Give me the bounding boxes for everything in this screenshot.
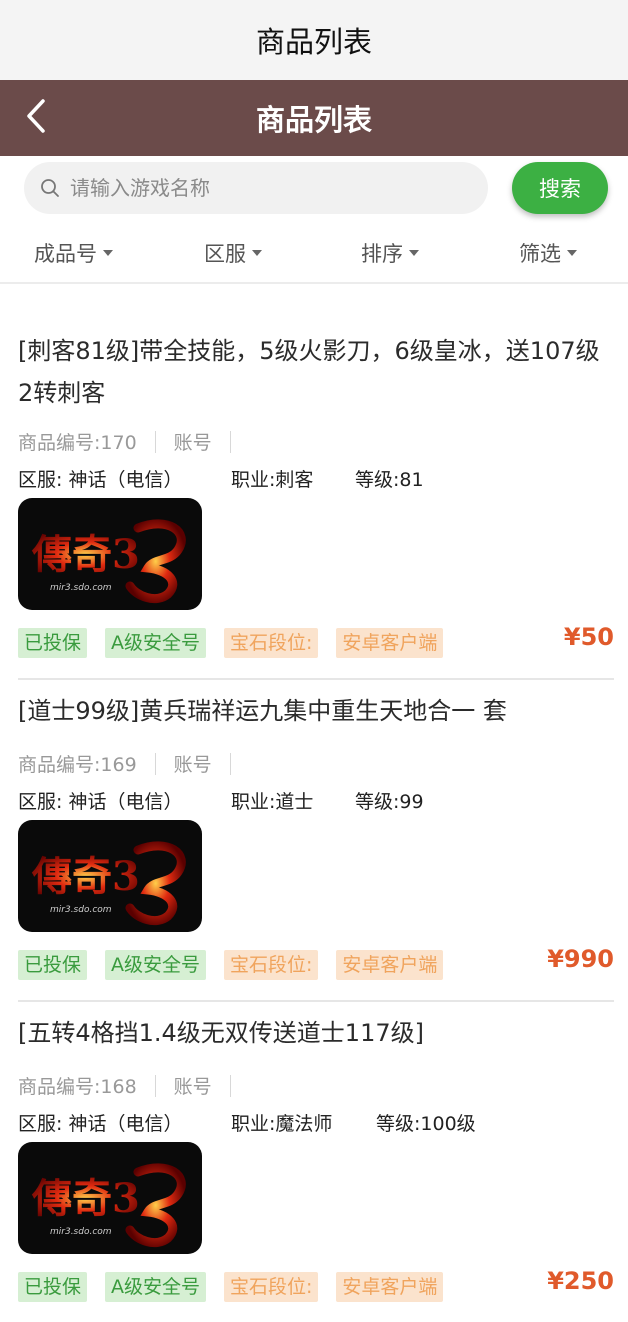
page-title: 商品列表	[255, 103, 372, 137]
product-info: 区服: 神话（电信） 职业:道士 等级:99	[18, 787, 424, 814]
search-row: 搜索	[0, 156, 628, 224]
caret-down-icon	[103, 250, 113, 256]
tag-gem-rank: 宝石段位:	[224, 950, 319, 980]
game-logo-image: 傳奇3 mir3.sdo.com	[18, 498, 202, 610]
product-tags: 已投保 A级安全号 宝石段位: 安卓客户端	[18, 628, 461, 658]
status-title: 商品列表	[0, 0, 628, 80]
filter-screen[interactable]: 筛选	[519, 238, 577, 268]
filter-server[interactable]: 区服	[204, 238, 262, 268]
product-meta: 商品编号:168 账号	[18, 1072, 249, 1099]
product-code: 商品编号:169	[18, 754, 137, 776]
product-price: ¥50	[563, 623, 614, 651]
tag-safe-account: A级安全号	[105, 1272, 207, 1302]
product-server: 区服: 神话（电信）	[18, 791, 183, 813]
product-meta: 商品编号:170 账号	[18, 428, 249, 455]
filter-sort[interactable]: 排序	[361, 238, 419, 268]
tag-safe-account: A级安全号	[105, 950, 207, 980]
product-account: 账号	[173, 1076, 212, 1098]
filter-product-number[interactable]: 成品号	[34, 238, 113, 268]
product-info: 区服: 神话（电信） 职业:刺客 等级:81	[18, 465, 424, 492]
product-server: 区服: 神话（电信）	[18, 469, 183, 491]
game-logo-image: 傳奇3 mir3.sdo.com	[18, 820, 202, 932]
filter-label: 排序	[361, 242, 403, 266]
product-title: [道士99级]黄兵瑞祥运九集中重生天地合一 套	[18, 697, 507, 725]
product-card[interactable]: [五转4格挡1.4级无双传送道士117级] 商品编号:168 账号 区服: 神话…	[18, 1002, 614, 1322]
product-profession: 职业:刺客	[231, 469, 314, 491]
logo-subtext: mir3.sdo.com	[50, 1227, 112, 1237]
caret-down-icon	[252, 250, 262, 256]
tag-insured: 已投保	[18, 628, 88, 658]
tag-gem-rank: 宝石段位:	[224, 1272, 319, 1302]
product-card[interactable]: [道士99级]黄兵瑞祥运九集中重生天地合一 套 商品编号:169 账号 区服: …	[18, 680, 614, 1002]
logo-subtext: mir3.sdo.com	[50, 583, 112, 593]
product-code: 商品编号:168	[18, 1076, 137, 1098]
filter-bar: 成品号 区服 排序 筛选	[0, 226, 628, 284]
product-level: 等级:100级	[376, 1113, 476, 1135]
search-button[interactable]: 搜索	[512, 162, 608, 214]
product-price: ¥990	[547, 945, 614, 973]
navbar: 商品列表	[0, 80, 628, 156]
filter-label: 成品号	[34, 242, 97, 266]
tag-android-client: 安卓客户端	[336, 1272, 444, 1302]
tag-android-client: 安卓客户端	[336, 628, 444, 658]
filter-label: 筛选	[519, 242, 561, 266]
caret-down-icon	[409, 250, 419, 256]
product-meta: 商品编号:169 账号	[18, 750, 249, 777]
product-price: ¥250	[547, 1267, 614, 1295]
product-card[interactable]: [刺客81级]带全技能，5级火影刀，6级皇冰，送107级2转刺客 商品编号:17…	[18, 294, 614, 680]
product-code: 商品编号:170	[18, 432, 137, 454]
back-button[interactable]	[14, 94, 58, 138]
divider	[229, 752, 231, 775]
product-account: 账号	[173, 754, 212, 776]
tag-safe-account: A级安全号	[105, 628, 207, 658]
logo-text: 傳奇3	[31, 1175, 140, 1222]
search-icon	[40, 178, 60, 198]
chevron-left-icon	[27, 99, 45, 133]
product-level: 等级:99	[355, 791, 424, 813]
search-input[interactable]	[70, 176, 470, 200]
product-title: [五转4格挡1.4级无双传送道士117级]	[18, 1019, 424, 1047]
search-box[interactable]	[24, 162, 488, 214]
product-server: 区服: 神话（电信）	[18, 1113, 183, 1135]
product-list: [刺客81级]带全技能，5级火影刀，6级皇冰，送107级2转刺客 商品编号:17…	[18, 294, 614, 1322]
product-profession: 职业:道士	[231, 791, 314, 813]
divider	[229, 1074, 231, 1097]
logo-text: 傳奇3	[31, 853, 140, 900]
divider	[154, 1074, 156, 1097]
tag-android-client: 安卓客户端	[336, 950, 444, 980]
tag-insured: 已投保	[18, 1272, 88, 1302]
logo-subtext: mir3.sdo.com	[50, 905, 112, 915]
logo-text: 傳奇3	[31, 531, 140, 578]
product-level: 等级:81	[355, 469, 424, 491]
divider	[154, 430, 156, 453]
game-logo-image: 傳奇3 mir3.sdo.com	[18, 1142, 202, 1254]
caret-down-icon	[567, 250, 577, 256]
product-title: [刺客81级]带全技能，5级火影刀，6级皇冰，送107级2转刺客	[18, 337, 600, 407]
divider	[154, 752, 156, 775]
tag-insured: 已投保	[18, 950, 88, 980]
filter-label: 区服	[204, 242, 246, 266]
product-tags: 已投保 A级安全号 宝石段位: 安卓客户端	[18, 950, 461, 980]
product-profession: 职业:魔法师	[231, 1113, 333, 1135]
product-tags: 已投保 A级安全号 宝石段位: 安卓客户端	[18, 1272, 461, 1302]
product-account: 账号	[173, 432, 212, 454]
product-info: 区服: 神话（电信） 职业:魔法师 等级:100级	[18, 1109, 476, 1136]
divider	[229, 430, 231, 453]
tag-gem-rank: 宝石段位:	[224, 628, 319, 658]
